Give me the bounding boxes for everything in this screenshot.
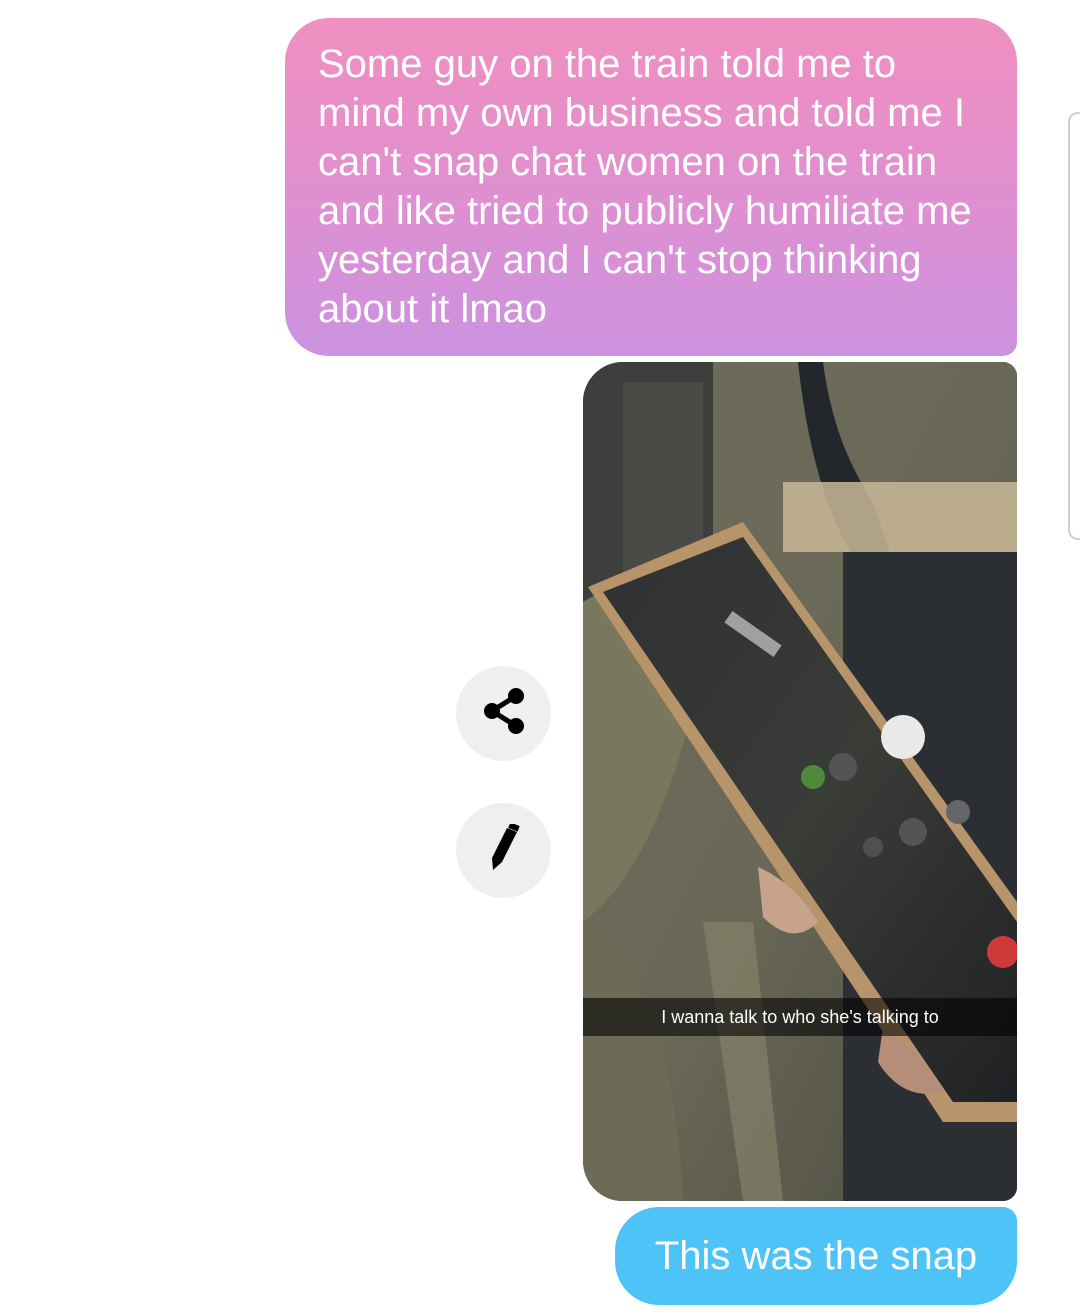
pencil-icon (487, 822, 521, 877)
sent-message-text: Some guy on the train told me to mind my… (318, 42, 972, 331)
snap-caption: I wanna talk to who she's talking to (583, 998, 1017, 1036)
snap-photo-message[interactable]: I wanna talk to who she's talking to (583, 362, 1017, 1201)
edit-button[interactable] (456, 803, 551, 898)
reply-message-bubble[interactable]: This was the snap (615, 1207, 1017, 1305)
reply-message-text: This was the snap (654, 1234, 978, 1278)
share-icon (482, 687, 526, 740)
scrollbar-edge[interactable] (1068, 112, 1080, 540)
sent-message-bubble[interactable]: Some guy on the train told me to mind my… (285, 18, 1017, 356)
snap-photo (583, 362, 1017, 1201)
share-button[interactable] (456, 666, 551, 761)
